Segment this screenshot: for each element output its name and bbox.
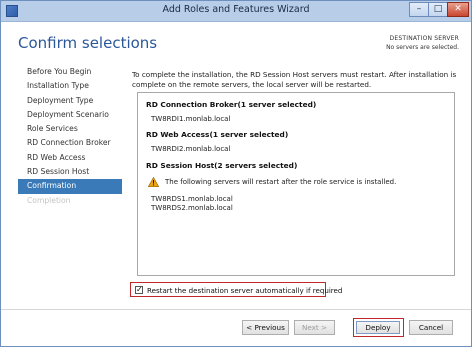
nav-item-deployment-type[interactable]: Deployment Type [18,94,122,108]
nav-item-role-services[interactable]: Role Services [18,122,122,136]
cancel-button[interactable]: Cancel [409,320,453,335]
wizard-window: Add Roles and Features Wizard – □ ✕ Conf… [0,0,472,347]
restart-option-highlight: ✓ Restart the destination server automat… [130,282,342,297]
nav-item-confirmation[interactable]: Confirmation [18,179,122,194]
server-name: TW8RDS2.monlab.local [151,204,233,212]
server-name: TW8RDS1.monlab.local [151,195,233,203]
section-heading-web-access: RD Web Access(1 server selected) [146,130,289,139]
previous-button[interactable]: < Previous [242,320,289,335]
minimize-button[interactable]: – [409,2,429,17]
nav-item-deployment-scenario[interactable]: Deployment Scenario [18,108,122,122]
destination-server: DESTINATION SERVER No servers are select… [386,35,459,51]
deploy-button-highlight: Deploy [353,318,404,337]
nav-item-rd-connection-broker[interactable]: RD Connection Broker [18,136,122,150]
page-title: Confirm selections [18,34,158,52]
window-title: Add Roles and Features Wizard [162,4,310,15]
intro-text: To complete the installation, the RD Ses… [132,70,457,89]
footer-divider [1,309,471,310]
section-heading-session-host: RD Session Host(2 servers selected) [146,161,298,170]
maximize-button[interactable]: □ [428,2,448,17]
nav-item-before-you-begin[interactable]: Before You Begin [18,65,122,79]
restart-checkbox-label[interactable]: Restart the destination server automatic… [147,286,342,295]
wizard-nav: Before You Begin Installation Type Deplo… [18,65,122,208]
close-button[interactable]: ✕ [447,2,469,17]
nav-item-rd-web-access[interactable]: RD Web Access [18,151,122,165]
restart-checkbox[interactable]: ✓ [135,284,143,294]
destination-server-value: No servers are selected. [386,44,459,51]
nav-item-installation-type[interactable]: Installation Type [18,79,122,93]
nav-item-completion: Completion [27,195,71,205]
deploy-button[interactable]: Deploy [356,320,400,334]
section-heading-broker: RD Connection Broker(1 server selected) [146,100,317,109]
checkmark-icon: ✓ [136,284,143,294]
confirmation-summary: RD Connection Broker(1 server selected) … [137,92,455,276]
server-name: TW8RDI2.monlab.local [151,145,231,153]
next-button: Next > [294,320,335,335]
destination-server-label: DESTINATION SERVER [389,35,459,42]
restart-warning-text: The following servers will restart after… [165,178,397,186]
nav-item-rd-session-host[interactable]: RD Session Host [18,165,122,179]
title-bar: Add Roles and Features Wizard – □ ✕ [1,1,471,22]
warning-triangle-icon [148,177,159,187]
server-name: TW8RDI1.monlab.local [151,115,231,123]
